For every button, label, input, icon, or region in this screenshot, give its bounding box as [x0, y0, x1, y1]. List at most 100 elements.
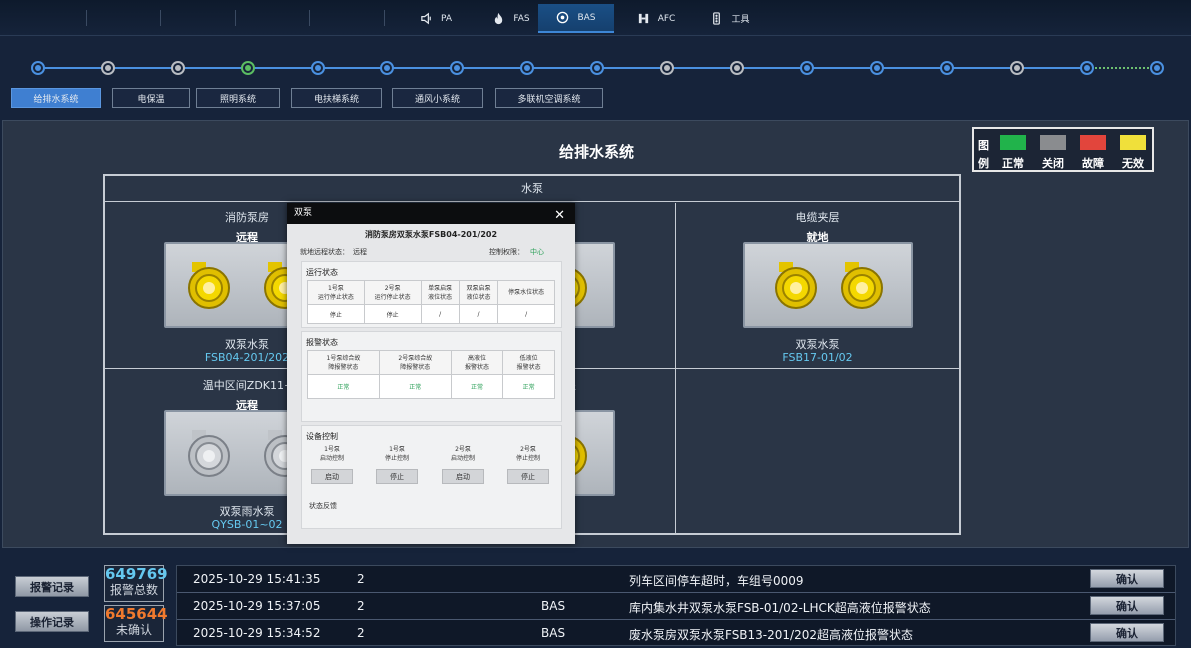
station-node[interactable]: [311, 61, 325, 75]
legend-caption: 图: [978, 139, 989, 152]
legend-caption: 例: [978, 157, 989, 170]
legend-swatch-closed: [1040, 135, 1066, 150]
station-node[interactable]: [660, 61, 674, 75]
nav-divider: [384, 10, 385, 26]
alarm-row[interactable]: 2025-10-29 15:34:52 2 BAS 废水泵房双泵水泵FSB13-…: [177, 620, 1175, 647]
alarm-list: 2025-10-29 15:41:35 2 列车区间停车超时，车组号0009 确…: [176, 565, 1176, 646]
table-cell: /: [497, 304, 555, 324]
pump-motor-icon: [188, 262, 230, 309]
subtab-vrf-ac[interactable]: 多联机空调系统: [495, 88, 603, 108]
table-cell: 停止: [363, 304, 422, 324]
table-cell: 停止: [307, 304, 365, 324]
device-control-section: 设备控制 1号泵 启动控制 1号泵 停止控制 2号泵 启动控制 2号泵 停止控制…: [301, 425, 562, 529]
alarm-level: 2: [357, 626, 365, 640]
pump2-start-button[interactable]: 启动: [442, 469, 484, 484]
legend-label: 无效: [1122, 157, 1144, 170]
unconfirmed-count: 645644: [105, 605, 168, 623]
station-node[interactable]: [1080, 61, 1094, 75]
top-nav-bar: PA FAS BAS AFC 工具: [0, 0, 1191, 36]
alarm-time: 2025-10-29 15:41:35: [193, 572, 321, 586]
confirm-button[interactable]: 确认: [1090, 623, 1164, 642]
legend-swatch-fault: [1080, 135, 1106, 150]
close-icon[interactable]: ✕: [554, 205, 565, 226]
pump-motor-icon: [188, 430, 230, 477]
alarm-system: BAS: [541, 599, 566, 613]
subtab-lighting[interactable]: 照明系统: [196, 88, 280, 108]
subtab-escalator[interactable]: 电扶梯系统: [291, 88, 382, 108]
alarm-time: 2025-10-29 15:34:52: [193, 626, 321, 640]
subtab-heating[interactable]: 电保温: [112, 88, 190, 108]
nav-tab-pa[interactable]: PA: [398, 4, 474, 33]
subtab-ventilation[interactable]: 通风小系统: [392, 88, 483, 108]
legend-swatch-invalid: [1120, 135, 1146, 150]
station-node[interactable]: [730, 61, 744, 75]
station-timeline: [0, 42, 1191, 86]
speaker-icon: [421, 12, 431, 25]
control-label: 1号泵 启动控制: [319, 446, 344, 462]
table-cell: /: [458, 304, 499, 324]
station-node[interactable]: [380, 61, 394, 75]
pump-unit[interactable]: [743, 242, 913, 328]
station-node[interactable]: [520, 61, 534, 75]
pump-detail-dialog: 双泵 ✕ 消防泵房双泵水泵FSB04-201/202 就地远程状态： 远程 控制…: [287, 203, 575, 544]
nav-tab-bas[interactable]: BAS: [538, 4, 614, 33]
dialog-title: 双泵: [294, 208, 313, 218]
pump-description: 双泵水泵: [795, 338, 840, 351]
legend-swatch-normal: [1000, 135, 1026, 150]
pump-code: FSB17-01/02: [782, 351, 853, 364]
alarm-total-label: 报警总数: [109, 583, 158, 597]
alarm-total-counter: 649769 报警总数: [104, 565, 168, 602]
target-icon: [557, 11, 569, 24]
subsystem-tabs: 给排水系统 电保温 照明系统 电扶梯系统 通风小系统 多联机空调系统: [0, 88, 1191, 110]
table-cell: /: [420, 304, 460, 324]
station-node[interactable]: [870, 61, 884, 75]
confirm-button[interactable]: 确认: [1090, 569, 1164, 588]
section-title: 报警状态: [306, 338, 338, 347]
cell-location: 电缆夹层: [795, 211, 840, 224]
nav-tab-label: BAS: [577, 12, 596, 23]
alarm-total-count: 649769: [105, 565, 168, 583]
table-header: 高液位 报警状态: [450, 350, 504, 375]
pump-motor-icon: [841, 262, 883, 309]
station-node[interactable]: [450, 61, 464, 75]
station-node[interactable]: [1150, 61, 1164, 75]
confirm-button[interactable]: 确认: [1090, 596, 1164, 615]
dialog-subtitle: 消防泵房双泵水泵FSB04-201/202: [364, 230, 498, 239]
legend-label: 正常: [1002, 157, 1024, 170]
operation-log-button[interactable]: 操作记录: [15, 611, 89, 632]
alarm-message: 库内集水井双泵水泵FSB-01/02-LHCK超高液位报警状态: [629, 601, 931, 615]
nav-divider: [235, 10, 236, 26]
pump1-start-button[interactable]: 启动: [311, 469, 353, 484]
station-node[interactable]: [241, 61, 255, 75]
grid-header: 水泵: [105, 176, 959, 202]
timeline-line: [38, 67, 1087, 69]
run-status-table: 1号泵 运行停止状态 2号泵 运行停止状态 单泵启泵 液位状态 双泵启泵 液位状…: [307, 280, 555, 324]
alarm-message: 列车区间停车超时，车组号0009: [629, 574, 804, 588]
timeline-line-dotted: [1087, 67, 1157, 69]
nav-tab-afc[interactable]: AFC: [618, 4, 694, 33]
status-feedback-label: 状态反馈: [309, 502, 337, 510]
control-authority-label: 控制权限：: [489, 248, 524, 256]
alarm-log-button[interactable]: 报警记录: [15, 576, 89, 597]
nav-tab-tools[interactable]: 工具: [692, 4, 768, 33]
station-node[interactable]: [101, 61, 115, 75]
alarm-time: 2025-10-29 15:37:05: [193, 599, 321, 613]
section-title: 运行状态: [306, 268, 338, 277]
station-node[interactable]: [31, 61, 45, 75]
alarm-level: 2: [357, 599, 365, 613]
table-cell: 正常: [307, 374, 380, 399]
station-node[interactable]: [590, 61, 604, 75]
station-node[interactable]: [171, 61, 185, 75]
pump2-stop-button[interactable]: 停止: [507, 469, 549, 484]
station-node[interactable]: [800, 61, 814, 75]
legend-label: 关闭: [1042, 157, 1064, 170]
table-header: 低液位 报警状态: [502, 350, 555, 375]
station-node[interactable]: [940, 61, 954, 75]
alarm-row[interactable]: 2025-10-29 15:41:35 2 列车区间停车超时，车组号0009 确…: [177, 566, 1175, 593]
run-status-section: 运行状态 1号泵 运行停止状态 2号泵 运行停止状态 单泵启泵 液位状态 双泵启…: [301, 261, 562, 328]
station-node[interactable]: [1010, 61, 1024, 75]
pump1-stop-button[interactable]: 停止: [376, 469, 418, 484]
alarm-row[interactable]: 2025-10-29 15:37:05 2 BAS 库内集水井双泵水泵FSB-0…: [177, 593, 1175, 620]
subtab-water[interactable]: 给排水系统: [11, 88, 101, 108]
nav-tab-label: 工具: [731, 15, 750, 25]
